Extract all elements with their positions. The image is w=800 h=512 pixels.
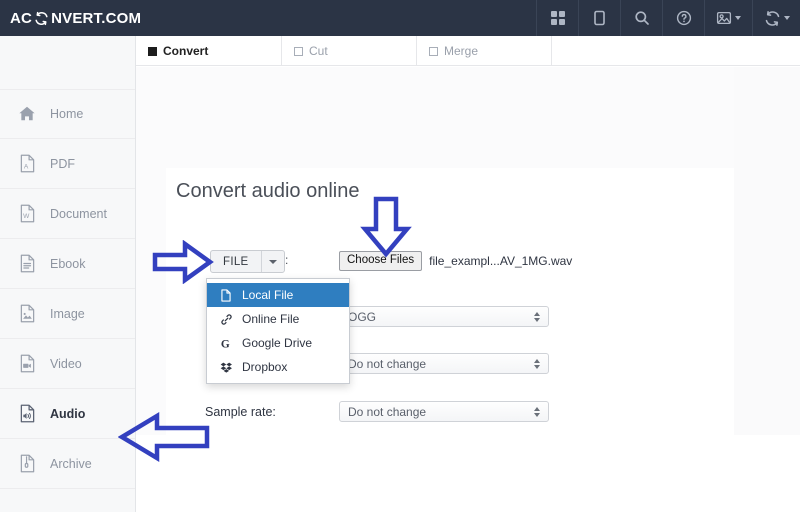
- sidebar-item-home[interactable]: Home: [0, 89, 135, 139]
- annotation-arrow-audio-sidebar: [118, 412, 210, 462]
- image-file-icon: [16, 303, 38, 325]
- sidebar-label: Audio: [50, 407, 85, 421]
- svg-text:A: A: [23, 163, 28, 170]
- sidebar-item-archive[interactable]: Archive: [0, 439, 135, 489]
- dropbox-icon: [219, 361, 233, 374]
- help-question-icon[interactable]: [662, 0, 704, 36]
- tab-label: Convert: [163, 44, 208, 58]
- select-value: Do not change: [348, 357, 426, 371]
- svg-text:W: W: [23, 213, 30, 220]
- menu-item-label: Dropbox: [242, 360, 287, 374]
- cycle-refresh-icon: [34, 11, 49, 26]
- language-flag-icon[interactable]: [704, 0, 752, 36]
- content-background-bottom: [136, 435, 800, 512]
- chevron-down-icon: [735, 16, 741, 20]
- menu-item-label: Google Drive: [242, 336, 312, 350]
- sidebar-item-ebook[interactable]: Ebook: [0, 239, 135, 289]
- chevron-down-icon: [269, 260, 277, 264]
- sample-rate-select[interactable]: Do not change: [339, 401, 549, 422]
- file-page-icon: [219, 289, 233, 302]
- tab-cut[interactable]: Cut: [282, 36, 417, 66]
- file-source-colon: :: [285, 253, 288, 267]
- search-icon[interactable]: [620, 0, 662, 36]
- file-source-dropdown-toggle[interactable]: [262, 251, 284, 272]
- select-stepper-icon: [534, 312, 540, 322]
- chevron-down-icon: [784, 16, 790, 20]
- file-source-button[interactable]: FILE: [210, 250, 285, 273]
- pdf-file-icon: A: [16, 153, 38, 175]
- top-icon-bar: [536, 0, 800, 36]
- sidebar-item-video[interactable]: Video: [0, 339, 135, 389]
- tab-merge[interactable]: Merge: [417, 36, 552, 66]
- menu-item-online-file[interactable]: Online File: [207, 307, 349, 331]
- sidebar-item-document[interactable]: W Document: [0, 189, 135, 239]
- file-source-label: FILE: [211, 251, 261, 272]
- select-value: Do not change: [348, 405, 426, 419]
- tab-label: Merge: [444, 44, 478, 58]
- page-root: AC NVERT.COM: [0, 0, 800, 512]
- convert-refresh-icon[interactable]: [752, 0, 800, 36]
- google-g-icon: G: [219, 337, 233, 350]
- bitrate-select[interactable]: Do not change: [339, 353, 549, 374]
- sidebar-label: Home: [50, 107, 83, 121]
- logo-text-right: NVERT.COM: [51, 10, 141, 27]
- annotation-arrow-choose-files: [360, 196, 412, 258]
- link-chain-icon: [219, 313, 233, 326]
- sidebar-item-audio[interactable]: Audio: [0, 389, 135, 439]
- svg-text:G: G: [220, 338, 229, 349]
- site-logo[interactable]: AC NVERT.COM: [0, 10, 141, 27]
- select-stepper-icon: [534, 359, 540, 369]
- grid-apps-icon[interactable]: [536, 0, 578, 36]
- sidebar-item-image[interactable]: Image: [0, 289, 135, 339]
- tab-convert[interactable]: Convert: [136, 36, 282, 66]
- checkbox-empty-icon: [294, 47, 303, 56]
- ebook-file-icon: [16, 253, 38, 275]
- sidebar-label: Ebook: [50, 257, 85, 271]
- sidebar-label: Image: [50, 307, 85, 321]
- select-stepper-icon: [534, 407, 540, 417]
- word-document-icon: W: [16, 203, 38, 225]
- sidebar-label: Archive: [50, 457, 92, 471]
- select-value: OGG: [348, 310, 376, 324]
- tab-bar: Convert Cut Merge: [136, 36, 800, 66]
- sidebar-label: Document: [50, 207, 107, 221]
- top-header-bar: AC NVERT.COM: [0, 0, 800, 36]
- page-title: Convert audio online: [176, 180, 359, 203]
- selected-filename: file_exampl...AV_1MG.wav: [429, 254, 572, 268]
- target-format-select[interactable]: OGG: [339, 306, 549, 327]
- sidebar-label: PDF: [50, 157, 75, 171]
- menu-item-google-drive[interactable]: G Google Drive: [207, 331, 349, 355]
- mobile-device-icon[interactable]: [578, 0, 620, 36]
- archive-file-icon: [16, 453, 38, 475]
- tab-label: Cut: [309, 44, 328, 58]
- video-file-icon: [16, 353, 38, 375]
- menu-item-label: Local File: [242, 288, 293, 302]
- menu-item-local-file[interactable]: Local File: [207, 283, 349, 307]
- checkbox-empty-icon: [429, 47, 438, 56]
- sidebar: Home A PDF W Document: [0, 36, 136, 512]
- sample-rate-label: Sample rate:: [205, 405, 276, 419]
- checkbox-filled-icon: [148, 47, 157, 56]
- home-icon: [16, 103, 38, 125]
- file-source-dropdown-menu: Local File Online File G Google Drive: [206, 278, 350, 384]
- sidebar-item-pdf[interactable]: A PDF: [0, 139, 135, 189]
- audio-file-icon: [16, 403, 38, 425]
- menu-item-dropbox[interactable]: Dropbox: [207, 355, 349, 379]
- annotation-arrow-file-button: [152, 240, 214, 284]
- logo-text-left: AC: [10, 10, 32, 27]
- sidebar-label: Video: [50, 357, 82, 371]
- menu-item-label: Online File: [242, 312, 299, 326]
